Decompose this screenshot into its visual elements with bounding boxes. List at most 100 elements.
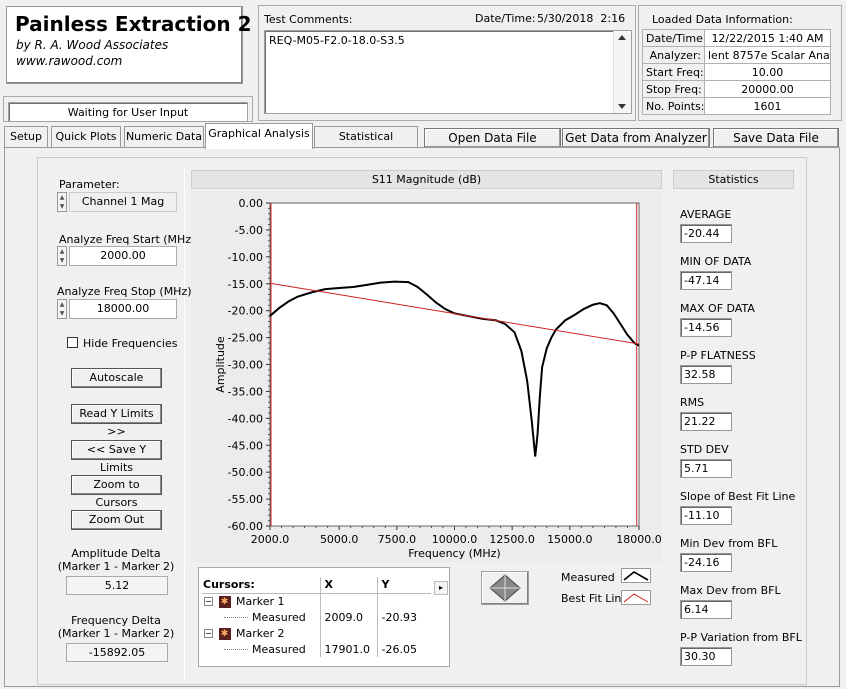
- stat-label: Slope of Best Fit Line: [680, 490, 796, 503]
- comments-scrollbar[interactable]: [613, 31, 631, 113]
- hide-frequencies-checkbox[interactable]: [67, 337, 78, 348]
- tab-quick-plots[interactable]: Quick Plots: [51, 126, 121, 147]
- open-data-file-button[interactable]: Open Data File: [424, 128, 561, 148]
- stat-value: -20.44: [680, 224, 732, 243]
- scroll-up-icon[interactable]: [618, 35, 626, 40]
- collapse-icon[interactable]: −: [204, 597, 213, 607]
- loaded-row-value: 12/22/2015 1:40 AM: [704, 29, 831, 47]
- cursor-header-name: Cursors:: [202, 577, 321, 594]
- cursor-row-y: -26.05: [381, 642, 417, 656]
- cursor-row-y: -20.93: [381, 610, 417, 624]
- loaded-info-table: Date/Time: 12/22/2015 1:40 AM Analyzer: l…: [642, 29, 831, 115]
- datetime-label: Date/Time:: [475, 12, 536, 25]
- statistics-title-bar: Statistics: [673, 170, 794, 189]
- cursor-row-name: Marker 1: [236, 594, 285, 608]
- graph-title-bar: S11 Magnitude (dB): [191, 170, 662, 189]
- y-tick-label: -15.00: [228, 278, 263, 291]
- freq-start-input[interactable]: 2000.00: [69, 246, 177, 266]
- stat-label: AVERAGE: [680, 208, 732, 221]
- stat-label: MAX OF DATA: [680, 302, 755, 315]
- cursor-row-x: 17901.0: [320, 641, 378, 657]
- cursor-move-control[interactable]: [481, 571, 529, 605]
- loaded-row-label: Analyzer:: [642, 46, 705, 64]
- x-tick-label: 7500.0: [378, 533, 417, 546]
- comments-textarea[interactable]: REQ-M05-F2.0-18.0-S3.5: [264, 30, 632, 114]
- status-text: Waiting for User Input: [67, 106, 189, 119]
- cursor-row-x: [320, 593, 378, 609]
- x-axis-label: Frequency (MHz): [408, 547, 500, 560]
- amp-delta-value: 5.12: [66, 576, 168, 595]
- cursor-row[interactable]: − ✱ Marker 2: [202, 625, 431, 641]
- marker-icon: ✱: [218, 627, 231, 640]
- stat-label: P-P FLATNESS: [680, 349, 756, 362]
- y-tick-label: -10.00: [228, 251, 263, 264]
- tab-setup[interactable]: Setup: [4, 126, 48, 147]
- cursor-row-name: Marker 2: [236, 626, 285, 640]
- y-tick-label: 0.00: [239, 197, 264, 210]
- stat-value: -11.10: [680, 506, 732, 525]
- datetime-value: 5/30/2018 2:16: [537, 12, 626, 25]
- freq-stop-input[interactable]: 18000.00: [69, 299, 177, 319]
- cursor-row[interactable]: Measured 2009.0 -20.93: [202, 609, 431, 625]
- loaded-row-value: lent 8757e Scalar Analyz: [704, 46, 831, 64]
- stat-label: STD DEV: [680, 443, 729, 456]
- comments-label: Test Comments:: [264, 13, 353, 26]
- y-tick-label: -25.00: [228, 332, 263, 345]
- legend-bfl-icon: [623, 593, 649, 603]
- amp-delta-label-1: Amplitude Delta: [71, 547, 161, 560]
- freq-stop-spinner[interactable]: ▲ ▼: [57, 299, 67, 319]
- cursor-header-y: Y: [377, 577, 431, 594]
- zoom-to-cursors-button[interactable]: Zoom to Cursors: [71, 475, 162, 509]
- amp-delta-label-2: (Marker 1 - Marker 2): [57, 560, 175, 573]
- collapse-icon[interactable]: −: [204, 629, 213, 638]
- save-y-limits-button[interactable]: << Save Y Limits: [71, 440, 162, 474]
- stat-value: 32.58: [680, 365, 732, 384]
- y-tick-label: -30.00: [228, 359, 263, 372]
- tab-statistical-analysis[interactable]: Statistical Analysis: [314, 126, 418, 163]
- y-tick-label: -40.00: [228, 412, 263, 425]
- cursor-row-y: [377, 625, 431, 641]
- parameter-select[interactable]: Channel 1 Mag: [69, 192, 177, 212]
- legend-bfl-swatch: [621, 590, 651, 605]
- legend-bfl-label: Best Fit Line: [561, 592, 629, 605]
- save-data-file-button[interactable]: Save Data File: [713, 128, 839, 148]
- status-field: Waiting for User Input: [8, 102, 248, 122]
- x-tick-label: 5000.0: [320, 533, 359, 546]
- y-tick-label: -50.00: [228, 466, 263, 479]
- y-tick-label: -5.00: [235, 224, 263, 237]
- cursor-row-name: Measured: [252, 610, 306, 624]
- s11-magnitude-chart[interactable]: 0.00 -5.00 -10.00 -15.00 -20.00 -25.00 -30.00 -…: [191, 191, 662, 563]
- plot-area: [269, 202, 640, 527]
- scroll-down-icon[interactable]: [618, 104, 626, 109]
- freq-start-spinner[interactable]: ▲ ▼: [57, 246, 67, 266]
- cursor-header-x: X: [320, 577, 378, 594]
- loaded-title: Loaded Data Information:: [652, 13, 793, 26]
- cursor-row[interactable]: Measured 17901.0 -26.05: [202, 641, 431, 657]
- cursor-table: Cursors: X Y − ✱ Marker 1 Measured 2009.…: [202, 577, 431, 657]
- loaded-row-value: 20000.00: [704, 80, 831, 98]
- parameter-spinner[interactable]: ▲ ▼: [57, 192, 67, 212]
- legend-measured-icon: [623, 571, 649, 581]
- x-tick-label: 15000.0: [547, 533, 593, 546]
- tab-numeric-data[interactable]: Numeric Data: [124, 126, 204, 147]
- zoom-out-button[interactable]: Zoom Out: [71, 510, 162, 530]
- stat-label: P-P Variation from BFL: [680, 631, 802, 644]
- cursor-row-x: 2009.0: [320, 609, 378, 625]
- x-tick-label: 10000.0: [432, 533, 478, 546]
- loaded-row-label: Date/Time:: [642, 29, 705, 47]
- cursor-row-x: [320, 625, 378, 641]
- read-y-limits-button[interactable]: Read Y Limits >>: [71, 404, 162, 438]
- autoscale-button[interactable]: Autoscale: [71, 368, 162, 388]
- cursor-scroll-right-icon[interactable]: ▸: [434, 581, 448, 595]
- app-company: by R. A. Wood Associates: [16, 38, 169, 52]
- x-tick-label: 18000.0: [616, 533, 662, 546]
- comments-text: REQ-M05-F2.0-18.0-S3.5: [269, 34, 405, 47]
- stat-label: RMS: [680, 396, 705, 409]
- tab-graphical-analysis[interactable]: Graphical Analysis: [205, 123, 313, 149]
- app-title: Painless Extraction 2: [15, 12, 252, 36]
- stat-value: -24.16: [680, 553, 732, 572]
- stat-label: Min Dev from BFL: [680, 537, 778, 550]
- get-data-button[interactable]: Get Data from Analyzer: [562, 128, 710, 148]
- stat-value: 30.30: [680, 647, 732, 666]
- cursor-row[interactable]: − ✱ Marker 1: [202, 593, 431, 609]
